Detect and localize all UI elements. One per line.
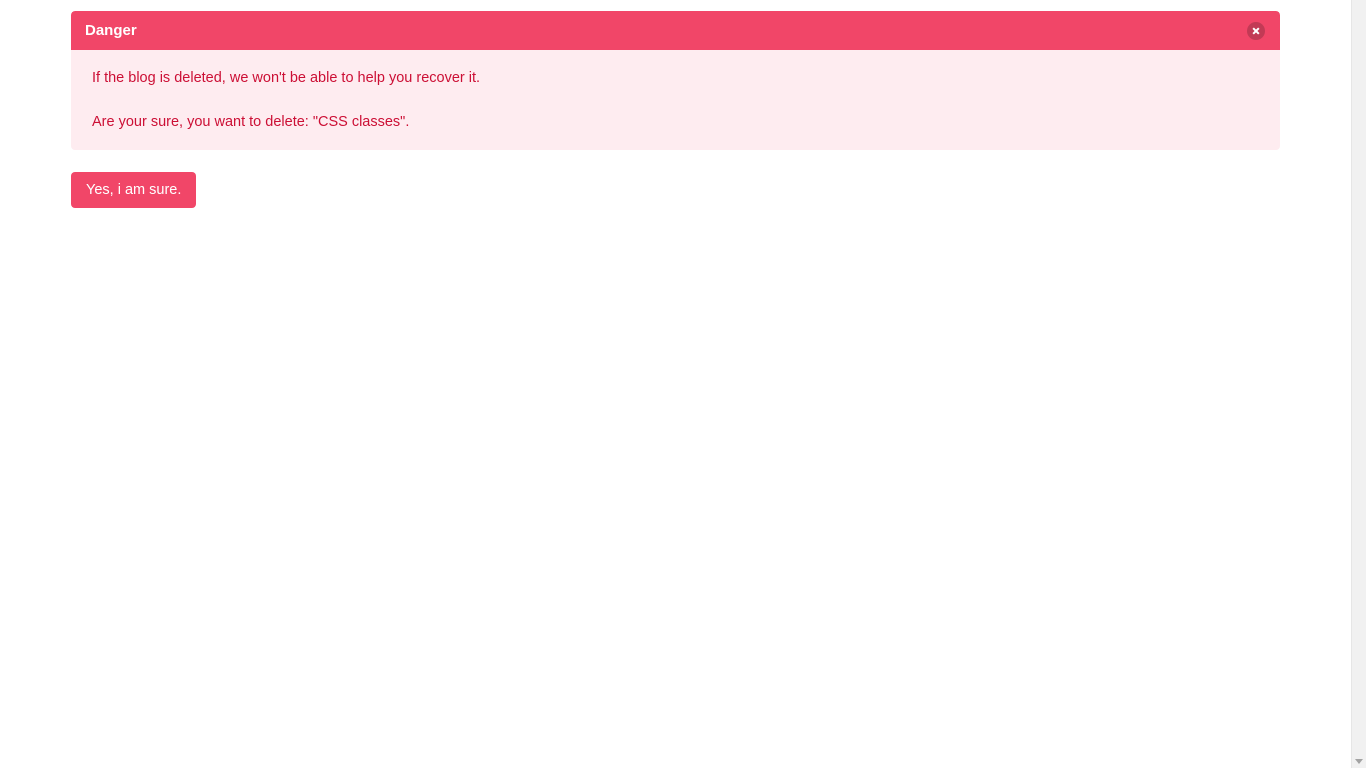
- vertical-scrollbar[interactable]: [1351, 0, 1366, 768]
- scroll-down-arrow-icon[interactable]: [1355, 759, 1363, 764]
- close-icon[interactable]: [1247, 21, 1265, 40]
- confirm-question: Are your sure, you want to delete: "CSS …: [92, 114, 410, 130]
- content: Danger If the blog is deleted, we won't …: [71, 11, 1280, 208]
- warning-text: If the blog is deleted, we won't be able…: [92, 70, 481, 86]
- message-title: Danger: [85, 22, 137, 39]
- message-body: If the blog is deleted, we won't be able…: [71, 50, 1280, 150]
- page: Danger If the blog is deleted, we won't …: [0, 0, 1366, 768]
- message-header: Danger: [71, 11, 1280, 50]
- danger-message: Danger If the blog is deleted, we won't …: [71, 11, 1280, 150]
- confirm-delete-button[interactable]: Yes, i am sure.: [71, 172, 197, 208]
